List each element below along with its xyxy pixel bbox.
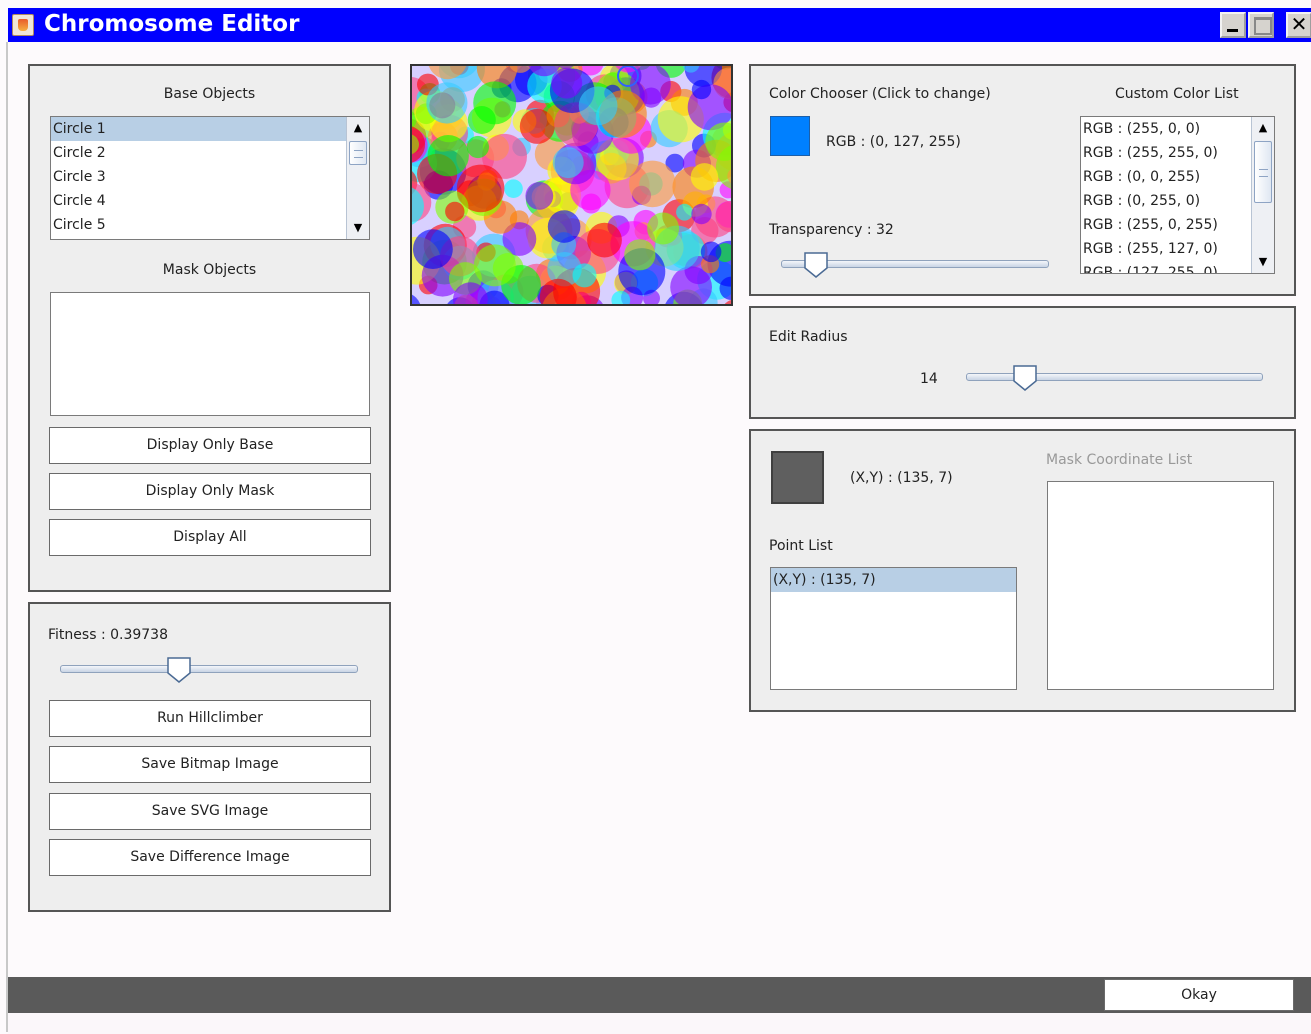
list-item[interactable]: (X,Y) : (135, 7) [771, 568, 1016, 592]
image-circle [551, 67, 583, 99]
close-icon[interactable]: ✕ [1286, 12, 1311, 38]
list-item[interactable]: RGB : (255, 255, 0) [1081, 141, 1274, 165]
circles-image[interactable] [412, 66, 732, 306]
edit-radius-slider[interactable] [966, 365, 1263, 391]
point-list-label: Point List [769, 538, 833, 554]
image-circle [445, 201, 465, 222]
image-circle [426, 82, 468, 124]
image-circle [552, 147, 584, 179]
fitness-label: Fitness : 0.39738 [48, 627, 168, 643]
custom-color-scrollbar[interactable]: ▲ ▼ [1251, 117, 1274, 273]
save-difference-image-button[interactable]: Save Difference Image [49, 839, 371, 876]
radius-value-text: 14 [920, 371, 938, 387]
image-circle [473, 81, 517, 125]
display-only-base-button[interactable]: Display Only Base [49, 427, 371, 464]
mask-coordinate-list[interactable] [1047, 481, 1274, 690]
list-item[interactable]: RGB : (255, 0, 255) [1081, 213, 1274, 237]
list-item[interactable]: RGB : (0, 255, 0) [1081, 189, 1274, 213]
transparency-slider[interactable] [781, 252, 1049, 278]
mask-coordinate-list-label: Mask Coordinate List [1046, 452, 1193, 468]
title-bar: Chromosome Editor ✕ [8, 8, 1311, 42]
image-circle [504, 179, 523, 198]
scroll-down-icon[interactable]: ▼ [1252, 251, 1274, 273]
chromosome-image-canvas[interactable] [410, 64, 733, 306]
image-circle [572, 263, 597, 288]
save-bitmap-image-button[interactable]: Save Bitmap Image [49, 746, 371, 783]
mask-objects-label: Mask Objects [162, 262, 257, 278]
maximize-icon[interactable] [1248, 12, 1274, 38]
window-left-border [6, 42, 8, 1032]
image-circle [676, 203, 693, 221]
window-title: Chromosome Editor [44, 11, 300, 37]
list-item[interactable]: Circle 2 [51, 141, 369, 165]
objects-panel: Base Objects Circle 1 Circle 2 Circle 3 Cir… [28, 64, 391, 592]
custom-color-list[interactable]: RGB : (255, 0, 0) RGB : (255, 255, 0) RGB … [1080, 116, 1275, 274]
mask-objects-list[interactable] [50, 292, 370, 416]
rgb-value-text: RGB : (0, 127, 255) [826, 134, 961, 150]
point-panel: (X,Y) : (135, 7) Mask Coordinate List Po… [749, 429, 1296, 712]
list-item[interactable]: Circle 3 [51, 165, 369, 189]
minimize-icon[interactable] [1220, 12, 1246, 38]
image-circle [647, 212, 680, 245]
base-objects-list[interactable]: Circle 1 Circle 2 Circle 3 Circle 4 Circle 5… [50, 116, 370, 240]
list-item[interactable]: RGB : (0, 0, 255) [1081, 165, 1274, 189]
run-hillclimber-button[interactable]: Run Hillclimber [49, 700, 371, 737]
image-circle [624, 239, 656, 271]
edit-radius-slider-thumb[interactable] [1013, 365, 1038, 391]
actions-panel: Fitness : 0.39738 Run Hillclimber Save B… [28, 602, 391, 912]
scroll-thumb[interactable] [349, 141, 367, 165]
image-circle [578, 86, 618, 126]
image-circle [525, 182, 554, 210]
color-chooser-swatch[interactable] [770, 116, 810, 156]
scroll-down-icon[interactable]: ▼ [347, 217, 369, 239]
custom-color-list-label: Custom Color List [1115, 86, 1239, 102]
image-circle [587, 222, 622, 258]
window-bottom-edge [8, 1013, 1311, 1034]
image-circle [427, 135, 469, 177]
okay-button[interactable]: Okay [1104, 979, 1294, 1011]
image-circle [690, 163, 719, 191]
edit-radius-label: Edit Radius [769, 329, 848, 345]
list-item[interactable]: RGB : (255, 0, 0) [1081, 117, 1274, 141]
point-color-swatch[interactable] [771, 451, 824, 504]
footer-bar: Okay [8, 977, 1311, 1013]
image-circle [466, 135, 489, 159]
scroll-thumb[interactable] [1254, 141, 1272, 203]
point-list[interactable]: (X,Y) : (135, 7) [770, 567, 1017, 690]
color-chooser-label: Color Chooser (Click to change) [769, 86, 991, 102]
list-item[interactable]: RGB : (255, 127, 0) [1081, 237, 1274, 261]
image-circle [629, 160, 676, 208]
color-panel: Color Chooser (Click to change) RGB : (0… [749, 64, 1296, 296]
coordinate-text: (X,Y) : (135, 7) [850, 470, 953, 486]
display-only-mask-button[interactable]: Display Only Mask [49, 473, 371, 510]
java-cup-icon[interactable] [12, 14, 34, 36]
save-svg-image-button[interactable]: Save SVG Image [49, 793, 371, 830]
fitness-slider[interactable] [60, 657, 358, 683]
transparency-label: Transparency : 32 [769, 222, 894, 238]
list-item[interactable]: Circle 5 [51, 213, 369, 237]
image-circle [691, 79, 712, 100]
fitness-slider-thumb[interactable] [167, 657, 191, 683]
edit-radius-panel: Edit Radius 14 [749, 306, 1296, 419]
base-objects-label: Base Objects [163, 86, 256, 102]
scroll-up-icon[interactable]: ▲ [1252, 117, 1274, 139]
scroll-up-icon[interactable]: ▲ [347, 117, 369, 139]
display-all-button[interactable]: Display All [49, 519, 371, 556]
image-circle [547, 210, 581, 243]
base-objects-scrollbar[interactable]: ▲ ▼ [346, 117, 369, 239]
list-item[interactable]: Circle 1 [51, 117, 369, 141]
list-item[interactable]: RGB : (127, 255, 0) [1081, 261, 1274, 273]
transparency-slider-thumb[interactable] [804, 252, 828, 278]
image-circle [700, 241, 722, 263]
image-circle [691, 203, 712, 225]
image-circle [413, 229, 453, 269]
list-item[interactable]: Circle 4 [51, 189, 369, 213]
